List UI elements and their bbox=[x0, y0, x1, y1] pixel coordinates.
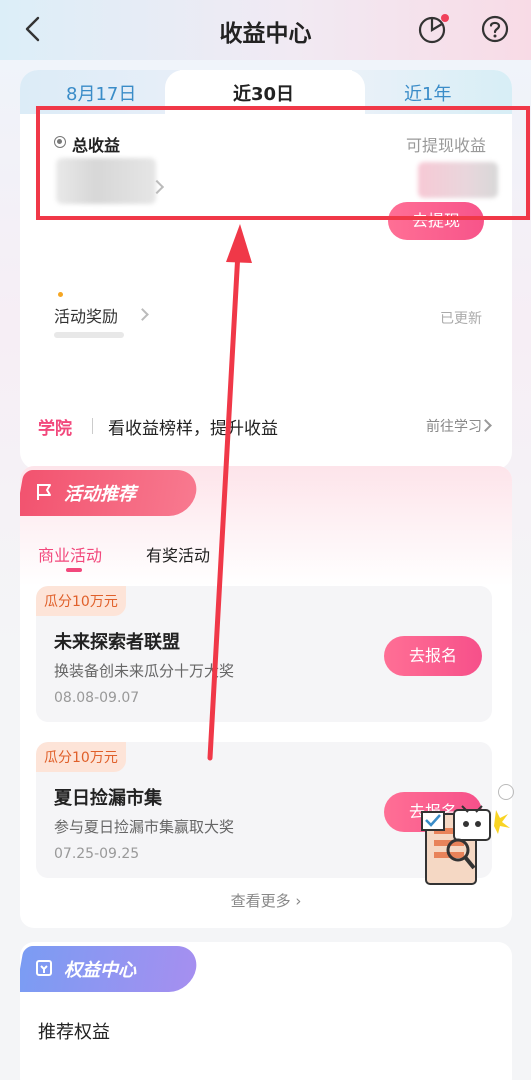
section-title: 权益中心 bbox=[64, 960, 136, 981]
tab-business-activity[interactable]: 商业活动 bbox=[38, 542, 102, 566]
tab-30-days[interactable]: 近30日 bbox=[233, 80, 294, 106]
help-icon[interactable] bbox=[480, 14, 510, 44]
tab-1-year[interactable]: 近1年 bbox=[404, 80, 451, 106]
tab-reward-activity[interactable]: 有奖活动 bbox=[146, 542, 210, 566]
view-more-link[interactable]: 查看更多 › bbox=[20, 890, 512, 911]
view-more-label: 查看更多 bbox=[230, 892, 291, 910]
section-title: 活动推荐 bbox=[64, 484, 136, 505]
chevron-right-icon: › bbox=[295, 892, 302, 910]
tab-underline bbox=[66, 568, 82, 572]
activity-desc: 换装备创未来瓜分十万大奖 bbox=[54, 662, 235, 680]
rights-center-card: 权益中心 推荐权益 bbox=[20, 942, 512, 1080]
close-icon[interactable] bbox=[498, 784, 514, 800]
activity-item[interactable]: 瓜分10万元 未来探索者联盟 换装备创未来瓜分十万大奖 08.08-09.07 … bbox=[36, 586, 492, 722]
update-dot bbox=[58, 292, 63, 297]
activity-date: 08.08-09.07 bbox=[54, 690, 140, 706]
chart-icon[interactable] bbox=[416, 12, 450, 46]
college-tag: 学院 bbox=[38, 419, 72, 439]
page-title: 收益中心 bbox=[219, 21, 312, 47]
signup-button[interactable]: 去报名 bbox=[384, 636, 482, 676]
recommended-rights-label: 推荐权益 bbox=[38, 1022, 110, 1043]
activity-desc: 参与夏日捡漏市集赢取大奖 bbox=[54, 818, 235, 836]
prize-badge: 瓜分10万元 bbox=[36, 742, 126, 772]
annotation-box bbox=[36, 106, 530, 220]
flag-icon bbox=[37, 484, 51, 500]
activity-reward-label[interactable]: 活动奖励 bbox=[54, 303, 118, 327]
blurred-activity-value bbox=[54, 332, 124, 338]
activity-date: 07.25-09.25 bbox=[54, 846, 140, 862]
top-bar: 收益中心 bbox=[0, 0, 531, 60]
chevron-right-icon[interactable] bbox=[136, 308, 149, 321]
gift-icon bbox=[36, 960, 52, 976]
activity-title: 未来探索者联盟 bbox=[54, 632, 180, 653]
go-learn-link[interactable]: 前往学习 bbox=[426, 416, 482, 436]
prize-badge: 瓜分10万元 bbox=[36, 586, 126, 616]
activity-title: 夏日捡漏市集 bbox=[54, 788, 162, 809]
divider bbox=[92, 418, 93, 434]
tab-date[interactable]: 8月17日 bbox=[66, 80, 136, 106]
college-text: 看收益榜样，提升收益 bbox=[108, 419, 278, 439]
activity-reward-status: 已更新 bbox=[440, 311, 482, 327]
college-bar[interactable]: 学院 看收益榜样，提升收益 前往学习 bbox=[20, 398, 512, 452]
mascot-icon[interactable] bbox=[412, 784, 512, 888]
